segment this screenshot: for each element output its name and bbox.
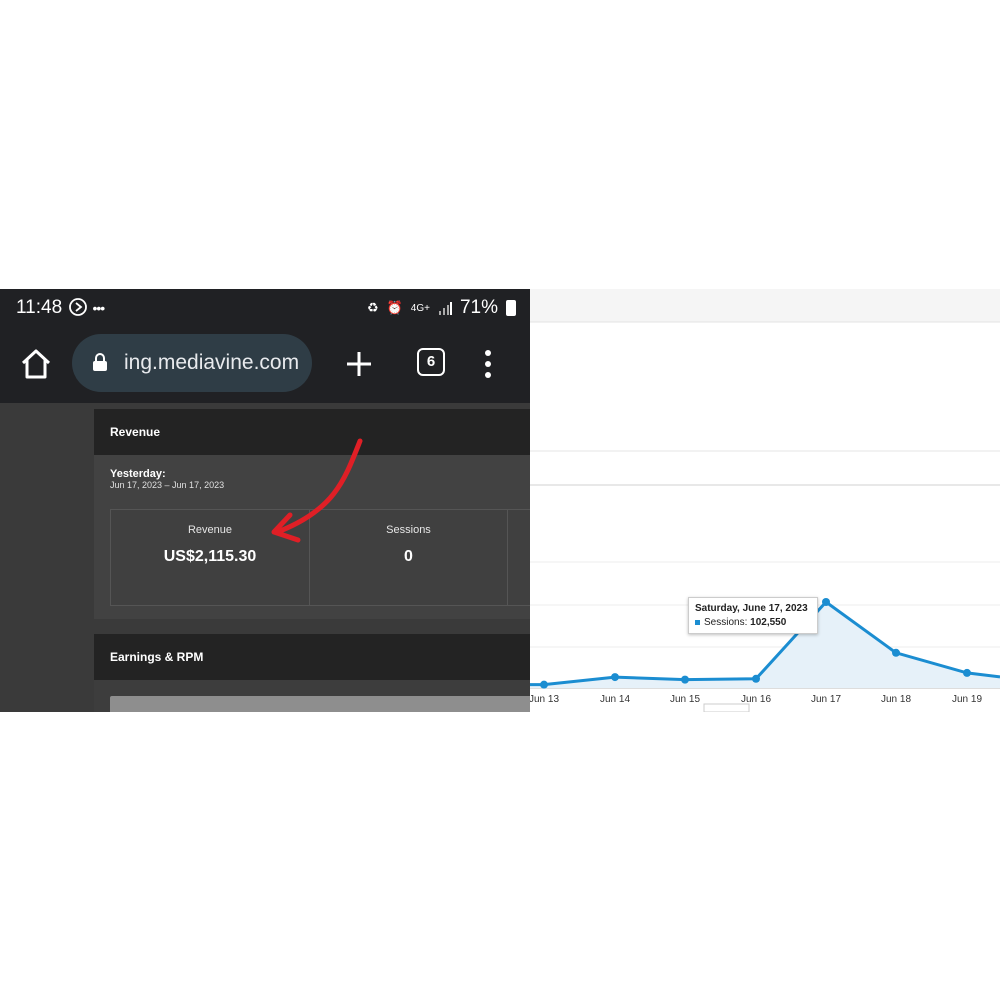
series-color-swatch (695, 619, 700, 625)
x-tick-label: Jun 15 (670, 694, 700, 705)
tooltip-date: Saturday, June 17, 2023 (695, 603, 808, 614)
sessions-chart: Jun 13 Jun 14 Jun 15 Jun 16 Jun 17 Jun 18 Jun … (530, 289, 1000, 712)
data-point[interactable] (892, 648, 900, 657)
tabs-icon[interactable]: 6 (417, 348, 445, 376)
tooltip-series: Sessions: 102,550 (695, 617, 786, 628)
x-tick-label: Jun 18 (881, 694, 911, 705)
earnings-card: Earnings & RPM (94, 634, 530, 712)
sidebar-strip (0, 403, 94, 712)
data-point[interactable] (822, 598, 830, 606)
data-point[interactable] (611, 673, 619, 682)
data-point[interactable] (681, 675, 689, 684)
tooltip-series-label: Sessions: (704, 617, 748, 628)
chart-tooltip: Saturday, June 17, 2023 Sessions: 102,55… (688, 597, 818, 634)
lock-icon (93, 353, 107, 371)
alarm-icon: ⏰ (386, 300, 403, 315)
earnings-card-title: Earnings & RPM (94, 634, 530, 680)
status-time: 11:48 (16, 297, 63, 318)
metric-sessions: Sessions 0 (310, 510, 508, 605)
tooltip-value: 102,550 (750, 617, 787, 628)
phone-screenshot: 11:48 ••• ♻ ⏰ 4G+ 71% ing.mediavine.com … (0, 289, 530, 712)
address-bar[interactable]: ing.mediavine.com (72, 334, 312, 392)
x-tick-label: Jun 14 (600, 694, 630, 705)
data-point[interactable] (540, 680, 548, 689)
chart-top-bar (530, 289, 1000, 322)
x-tick-label: Jun 17 (811, 694, 841, 705)
metric-revenue: Revenue US$2,115.30 (111, 510, 310, 605)
url-text[interactable]: ing.mediavine.com (124, 351, 299, 375)
dashboard-page: Revenue Yesterday: Jun 17, 2023 – Jun 17… (0, 403, 530, 712)
metric-label: Sessions (386, 524, 431, 536)
period-range: Jun 17, 2023 – Jun 17, 2023 (110, 480, 225, 490)
signal-icon (438, 302, 452, 315)
data-point[interactable] (963, 668, 971, 677)
data-point[interactable] (752, 674, 760, 683)
x-tick-label: Jun 13 (530, 694, 559, 705)
status-right: ♻ ⏰ 4G+ 71% (367, 297, 516, 319)
battery-percent: 71% (459, 297, 498, 318)
status-bar: 11:48 ••• ♻ ⏰ 4G+ 71% (0, 289, 530, 329)
plus-icon[interactable] (344, 349, 374, 379)
battery-saver-icon: ♻ (366, 300, 379, 315)
network-type: 4G+ (410, 302, 430, 314)
earnings-chart-placeholder (110, 696, 530, 712)
revenue-card-title: Revenue (94, 409, 530, 455)
metric-label: Revenue (187, 524, 233, 536)
metric-value: US$2,115.30 (163, 548, 257, 565)
sessions-chart-panel: Jun 13 Jun 14 Jun 15 Jun 16 Jun 17 Jun 18 Jun … (530, 289, 1000, 712)
metric-value: 0 (404, 548, 413, 565)
x-tick-label: Jun 19 (952, 694, 982, 705)
menu-icon[interactable] (483, 349, 493, 379)
status-left-icons: ••• (68, 297, 105, 318)
x-tick-label: Jun 16 (741, 694, 771, 705)
scrollbar-handle[interactable] (703, 703, 750, 712)
more-dots-icon: ••• (92, 300, 105, 316)
play-circle-icon (69, 298, 87, 316)
metrics-grid: Revenue US$2,115.30 Sessions 0 (110, 509, 530, 606)
period-label: Yesterday: (110, 468, 166, 480)
browser-toolbar: ing.mediavine.com 6 (0, 329, 530, 403)
home-icon[interactable] (18, 346, 54, 382)
battery-icon (506, 300, 516, 316)
revenue-card: Revenue Yesterday: Jun 17, 2023 – Jun 17… (94, 409, 530, 619)
